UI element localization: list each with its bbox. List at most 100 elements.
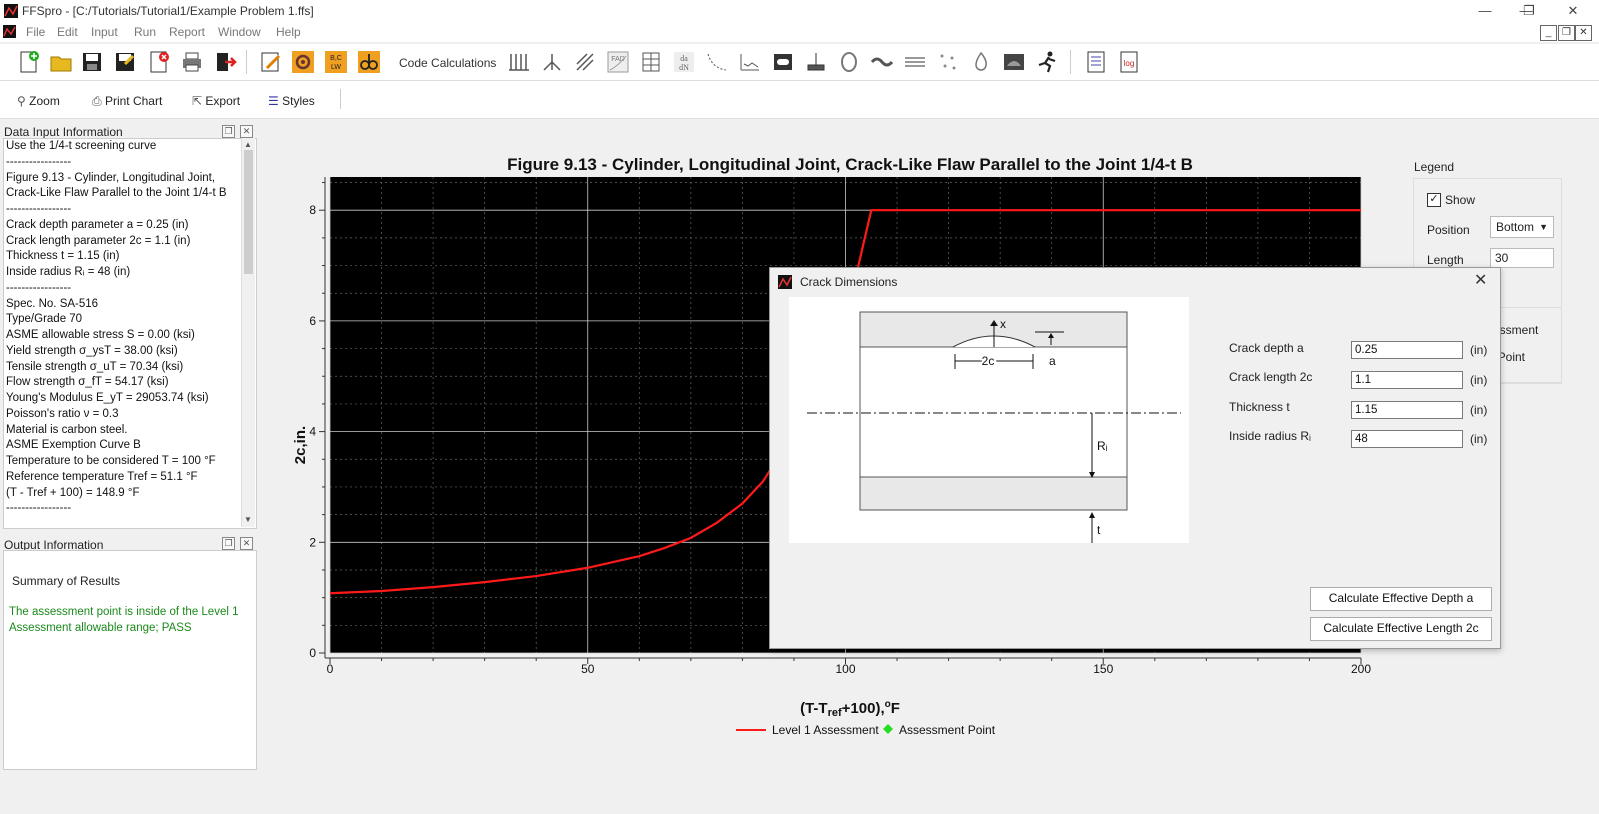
save-icon[interactable]: [80, 50, 104, 74]
dadn-icon[interactable]: dadN: [672, 50, 696, 74]
crack-dimensions-dialog: Crack Dimensions ✕ x a 2c Rᵢ t Crack dep…: [769, 267, 1501, 649]
mdi-close-button[interactable]: ✕: [1575, 25, 1592, 41]
menu-edit[interactable]: Edit: [57, 25, 78, 39]
fad-icon[interactable]: FAD: [606, 50, 630, 74]
bclw-icon[interactable]: B,C LW: [324, 50, 348, 74]
run-gear-icon[interactable]: [291, 50, 315, 74]
legend-diamond-swatch: [883, 724, 893, 734]
length-label: Length: [1427, 253, 1464, 267]
log-icon[interactable]: log: [1117, 50, 1141, 74]
misalignment-icon[interactable]: [903, 50, 927, 74]
close-file-icon[interactable]: [147, 50, 171, 74]
blister-icon[interactable]: [1002, 50, 1026, 74]
diagram-a-label: a: [1049, 354, 1056, 368]
x-tick-label: 0: [327, 662, 334, 676]
data-line: Spec. No. SA-516: [6, 297, 99, 310]
table-icon[interactable]: [639, 50, 663, 74]
x-tick-label: 100: [835, 662, 855, 676]
mdi-minimize-button[interactable]: _: [1540, 25, 1557, 41]
save-as-icon[interactable]: [113, 50, 137, 74]
y-tick-label: 4: [309, 425, 316, 439]
open-folder-icon[interactable]: [49, 50, 73, 74]
data-line: Thickness t = 1.15 (in): [6, 250, 120, 263]
position-select[interactable]: Bottom ▼: [1490, 216, 1554, 238]
pitting-icon[interactable]: [936, 50, 960, 74]
runner-icon[interactable]: [1035, 50, 1059, 74]
profile-icon[interactable]: [738, 50, 762, 74]
dialog-close-icon[interactable]: ✕: [1474, 270, 1487, 290]
legend-label-point: Assessment Point: [899, 723, 996, 737]
gouge-icon[interactable]: [870, 50, 894, 74]
x-tick-label: 150: [1093, 662, 1113, 676]
data-line: Flow strength σ_fT = 54.17 (ksi): [6, 376, 169, 389]
lamination-icon[interactable]: [771, 50, 795, 74]
crack-depth-input[interactable]: 0.25: [1351, 341, 1463, 359]
inside-radius-unit: (in): [1470, 432, 1488, 446]
mdi-restore-button[interactable]: ❐: [1558, 25, 1575, 41]
window-close-icon[interactable]: ✕: [1555, 1, 1591, 21]
print-icon[interactable]: [180, 50, 204, 74]
printer-icon: ⎙: [92, 94, 102, 108]
scroll-up-icon[interactable]: ▲: [244, 140, 252, 149]
result-line-1: The assessment point is inside of the Le…: [9, 606, 239, 618]
export-button[interactable]: ⇱ Export: [192, 94, 240, 108]
calculate-effective-depth-button[interactable]: Calculate Effective Depth a: [1310, 587, 1492, 611]
exit-icon[interactable]: [213, 50, 237, 74]
code-calculations-label[interactable]: Code Calculations: [399, 56, 496, 70]
svg-text:B,C: B,C: [330, 55, 342, 62]
window-restore-icon[interactable]: ❐: [1511, 1, 1547, 21]
calculate-effective-length-button[interactable]: Calculate Effective Length 2c: [1310, 617, 1492, 641]
dent-icon[interactable]: [837, 50, 861, 74]
length-spinbox[interactable]: 30: [1490, 248, 1554, 268]
output-close-icon[interactable]: ✕: [240, 537, 253, 550]
zoom-button[interactable]: ⚲ Zoom: [17, 94, 60, 108]
scroll-thumb[interactable]: [244, 150, 253, 274]
nozzle-icon[interactable]: [573, 50, 597, 74]
styles-label: Styles: [282, 94, 315, 108]
menu-input[interactable]: Input: [91, 25, 118, 39]
inside-radius-label: Inside radius Rᵢ: [1229, 429, 1311, 443]
mdi-doc-icon: [3, 25, 16, 38]
thickness-input[interactable]: 1.15: [1351, 401, 1463, 419]
y-tick-label: 8: [309, 203, 316, 217]
scroll-down-icon[interactable]: ▼: [244, 515, 252, 524]
print-chart-button[interactable]: ⎙ Print Chart: [92, 94, 162, 109]
report-icon[interactable]: [1084, 50, 1108, 74]
menu-file[interactable]: File: [26, 25, 45, 39]
show-legend-checkbox[interactable]: ✓: [1427, 193, 1441, 207]
crack-depth-unit: (in): [1470, 343, 1488, 357]
styles-button[interactable]: ☰ Styles: [268, 94, 315, 108]
data-input-panel: Use the 1/4-t screening curve -----------…: [3, 138, 257, 529]
inspect-glasses-icon[interactable]: [357, 50, 381, 74]
data-panel-scrollbar[interactable]: ▲ ▼: [241, 138, 255, 527]
export-icon: ⇱: [192, 94, 203, 108]
data-line: -----------------: [6, 155, 72, 168]
data-line: -----------------: [6, 281, 72, 294]
chart-title: Figure 9.13 - Cylinder, Longitudinal Joi…: [507, 155, 1193, 174]
data-line: Young's Modulus E_yT = 29053.74 (ksi): [6, 392, 209, 404]
panel-float-icon[interactable]: ❐: [222, 125, 235, 138]
menu-report[interactable]: Report: [169, 25, 205, 39]
output-float-icon[interactable]: ❐: [222, 537, 235, 550]
window-minimize-icon[interactable]: —: [1467, 1, 1503, 21]
app-icon: [4, 4, 18, 18]
panel-close-icon[interactable]: ✕: [240, 125, 253, 138]
menu-window[interactable]: Window: [218, 25, 261, 39]
x-tick-label: 50: [581, 662, 595, 676]
curve-icon[interactable]: [705, 50, 729, 74]
weld-icon[interactable]: [804, 50, 828, 74]
edit-input-icon[interactable]: [259, 50, 283, 74]
pressure-icon[interactable]: [507, 50, 531, 74]
crack-length-input[interactable]: 1.1: [1351, 371, 1463, 389]
fire-icon[interactable]: [969, 50, 993, 74]
menu-help[interactable]: Help: [276, 25, 301, 39]
svg-text:log: log: [1124, 59, 1135, 68]
result-line-2: Assessment allowable range; PASS: [9, 622, 192, 634]
y-tick-label: 6: [309, 314, 316, 328]
crack-length-unit: (in): [1470, 373, 1488, 387]
position-label: Position: [1427, 223, 1470, 237]
inside-radius-input[interactable]: 48: [1351, 430, 1463, 448]
menu-run[interactable]: Run: [134, 25, 156, 39]
new-file-icon[interactable]: [17, 50, 41, 74]
support-icon[interactable]: [540, 50, 564, 74]
